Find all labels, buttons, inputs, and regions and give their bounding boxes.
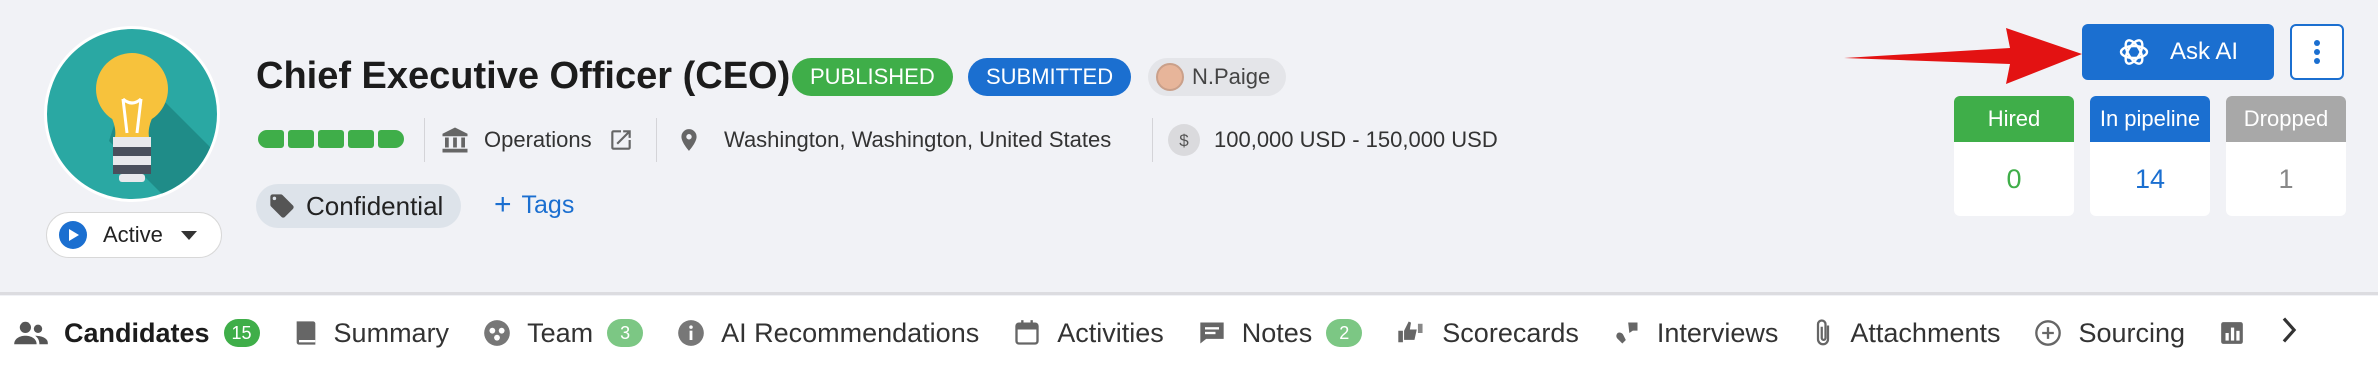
- header-divider: [0, 292, 2378, 295]
- stat-hired-value: 0: [2006, 164, 2022, 194]
- tab-ai-recommendations[interactable]: AI Recommendations: [677, 318, 979, 349]
- tab-reports[interactable]: [2219, 320, 2261, 346]
- stat-in-pipeline-value: 14: [2134, 164, 2166, 194]
- chevron-down-icon: [180, 230, 197, 240]
- paperclip-icon: [1812, 318, 1834, 348]
- tab-scorecards[interactable]: Scorecards: [1396, 318, 1579, 349]
- job-tabs: Candidates 15 Summary Team 3 AI Recommen…: [0, 296, 2378, 370]
- add-tags-link[interactable]: + Tags: [494, 190, 574, 220]
- stat-in-pipeline-label: In pipeline: [2090, 96, 2210, 142]
- submitted-badge[interactable]: SUBMITTED: [968, 58, 1132, 96]
- job-header: Active Chief Executive Officer (CEO) PUB…: [0, 0, 2378, 292]
- job-title: Chief Executive Officer (CEO): [256, 55, 791, 97]
- tab-activities-label: Activities: [1057, 317, 1164, 348]
- tab-attachments[interactable]: Attachments: [1812, 318, 2000, 349]
- building-icon: [442, 127, 468, 153]
- stat-in-pipeline[interactable]: In pipeline 14: [2090, 96, 2210, 216]
- lightbulb-icon: [96, 53, 217, 199]
- kebab-menu-icon: [2314, 40, 2320, 64]
- interview-icon: [1613, 319, 1641, 347]
- job-state-label: Active: [103, 222, 163, 247]
- stat-dropped[interactable]: Dropped 1: [2226, 96, 2346, 216]
- plus-circle-icon: [2034, 319, 2062, 347]
- bar-chart-icon: [2219, 320, 2245, 346]
- tab-candidates[interactable]: Candidates 15: [14, 318, 260, 349]
- owner-name: N.Paige: [1192, 64, 1271, 89]
- tab-sourcing-label: Sourcing: [2078, 317, 2186, 348]
- svg-text:$: $: [1179, 131, 1189, 150]
- calendar-icon: [1013, 319, 1041, 347]
- chevron-right-icon: [2281, 316, 2297, 351]
- owner-chip[interactable]: N.Paige: [1148, 58, 1287, 96]
- tab-team-label: Team: [527, 317, 594, 348]
- book-icon: [294, 319, 318, 347]
- dollar-icon: $: [1168, 124, 1200, 156]
- department-label: Operations: [484, 127, 592, 152]
- tag-label: Confidential: [306, 190, 444, 221]
- people-icon: [14, 319, 48, 347]
- tab-interviews[interactable]: Interviews: [1613, 317, 1779, 349]
- team-icon: [483, 319, 511, 347]
- tab-candidates-label: Candidates: [64, 317, 210, 348]
- tab-interviews-label: Interviews: [1656, 317, 1779, 348]
- tab-team-count: 3: [607, 319, 644, 347]
- play-icon: [59, 221, 87, 249]
- location-info: Washington, Washington, United States: [676, 124, 1111, 156]
- tab-ai-recommendations-label: AI Recommendations: [721, 317, 980, 348]
- tags-link-label: Tags: [521, 190, 575, 219]
- tab-team[interactable]: Team 3: [483, 317, 644, 349]
- red-arrow-annotation: [1844, 28, 2082, 84]
- tab-activities[interactable]: Activities: [1013, 318, 1164, 349]
- tag-icon: [270, 194, 294, 218]
- ask-ai-label: Ask AI: [2169, 38, 2239, 65]
- department-link[interactable]: Operations: [440, 124, 634, 156]
- tab-notes-label: Notes: [1241, 317, 1313, 348]
- thumbs-icon: [1396, 319, 1426, 347]
- ask-ai-button[interactable]: Ask AI: [2082, 24, 2274, 80]
- external-link-icon: [610, 130, 631, 150]
- tab-candidates-count: 15: [223, 319, 260, 347]
- salary-info: $ 100,000 USD - 150,000 USD: [1168, 124, 1498, 156]
- info-icon: [677, 319, 705, 347]
- tab-sourcing[interactable]: Sourcing: [2034, 318, 2185, 349]
- plus-icon: +: [494, 188, 512, 221]
- job-avatar: [44, 26, 220, 202]
- owner-avatar: [1156, 63, 1184, 91]
- tab-scorecards-label: Scorecards: [1442, 317, 1579, 348]
- tab-notes-count: 2: [1326, 319, 1363, 347]
- stat-dropped-value: 1: [2278, 164, 2294, 194]
- stat-dropped-label: Dropped: [2226, 96, 2346, 142]
- tab-notes[interactable]: Notes 2: [1198, 318, 1363, 349]
- published-badge[interactable]: PUBLISHED: [792, 58, 953, 96]
- salary-label: 100,000 USD - 150,000 USD: [1214, 127, 1498, 152]
- pipeline-progress-bar: [258, 130, 404, 148]
- tag-chip[interactable]: Confidential: [256, 184, 462, 228]
- stat-hired-label: Hired: [1954, 96, 2074, 142]
- job-state-dropdown[interactable]: Active: [46, 212, 222, 258]
- tabs-scroll-right[interactable]: [2281, 316, 2297, 351]
- tab-summary[interactable]: Summary: [294, 317, 450, 349]
- tab-summary-label: Summary: [333, 317, 450, 348]
- location-label: Washington, Washington, United States: [724, 127, 1112, 152]
- ai-sparkle-icon: [2119, 39, 2149, 65]
- location-pin-icon: [681, 129, 697, 151]
- more-options-button[interactable]: [2290, 24, 2344, 80]
- comment-icon: [1198, 319, 1226, 347]
- tab-attachments-label: Attachments: [1850, 317, 2001, 348]
- stat-hired[interactable]: Hired 0: [1954, 96, 2074, 216]
